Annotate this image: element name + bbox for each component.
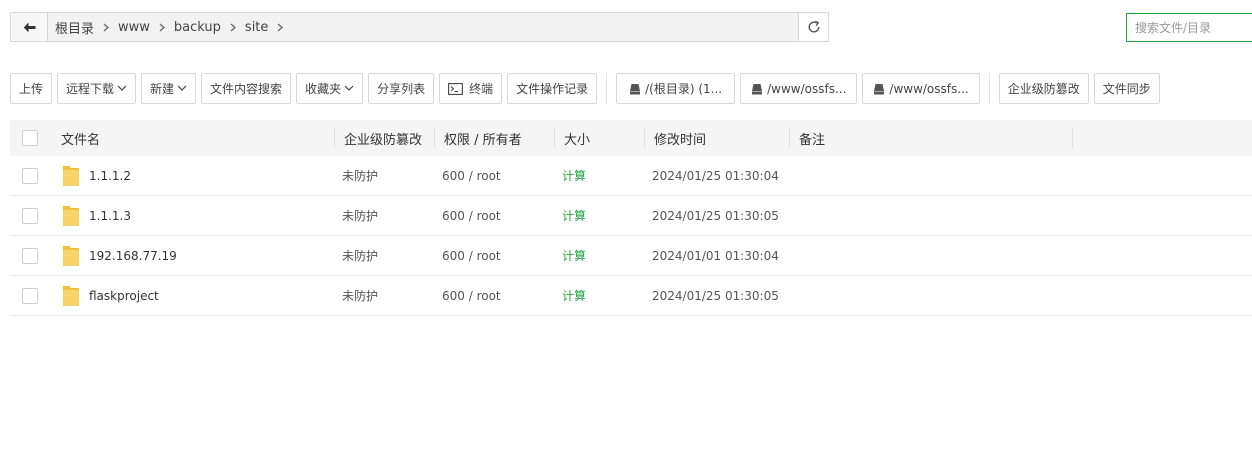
toolbar: 上传 远程下载 新建 文件内容搜索 收藏夹 分享列表 终端 文件操作记录 /(根… [10,73,1165,104]
file-name[interactable]: 1.1.1.3 [89,196,131,235]
new-button[interactable]: 新建 [141,73,197,104]
table-row[interactable]: flaskproject 未防护 600 / root 计算 2024/01/2… [10,276,1252,316]
disk-button-ossfs-2[interactable]: /www/ossfs... [862,73,980,104]
row-checkbox[interactable] [22,287,38,304]
disk-button-ossfs-1[interactable]: /www/ossfs... [740,73,858,104]
disk-icon [630,83,641,94]
table-header: 文件名 企业级防篡改 权限 / 所有者 大小 修改时间 备注 [10,120,1252,156]
refresh-button[interactable] [798,13,828,41]
terminal-button[interactable]: 终端 [439,73,503,104]
header-size[interactable]: 大小 [564,120,590,156]
terminal-icon [448,82,464,95]
modified-time: 2024/01/25 01:30:04 [652,168,779,183]
folder-icon [62,236,80,275]
tamper-status: 未防护 [342,249,379,263]
breadcrumb-item-root[interactable]: 根目录 [55,18,94,37]
permission-owner[interactable]: 600 / root [442,236,501,275]
column-divider [789,128,790,148]
tamper-status: 未防护 [342,209,379,223]
breadcrumb: 根目录 www backup site [48,13,798,41]
column-divider [334,128,335,148]
breadcrumb-item-backup[interactable]: backup [174,20,221,35]
file-name[interactable]: flaskproject [89,276,159,315]
path-bar: 根目录 www backup site [10,12,829,42]
select-all-checkbox-cell [22,120,38,156]
toolbar-divider [988,73,990,104]
file-table: 文件名 企业级防篡改 权限 / 所有者 大小 修改时间 备注 1.1.1.2 未… [10,120,1252,316]
column-divider [1072,128,1073,148]
chevron-right-icon [103,23,110,32]
toolbar-divider [606,73,608,104]
disk-icon [752,83,763,94]
calculate-size-link[interactable]: 计算 [562,196,586,235]
refresh-icon [808,20,820,33]
folder-icon [62,196,80,235]
modified-time: 2024/01/25 01:30:05 [652,208,779,223]
header-tamper[interactable]: 企业级防篡改 [344,120,422,156]
tamper-status: 未防护 [342,289,379,303]
chevron-right-icon [230,23,236,32]
calculate-size-link[interactable]: 计算 [562,156,586,195]
calculate-size-link[interactable]: 计算 [562,236,586,275]
table-row[interactable]: 1.1.1.2 未防护 600 / root 计算 2024/01/25 01:… [10,156,1252,196]
back-button[interactable] [11,13,48,41]
header-filename[interactable]: 文件名 [61,120,100,156]
select-all-checkbox[interactable] [22,130,38,146]
file-sync-button[interactable]: 文件同步 [1093,73,1160,104]
permission-owner[interactable]: 600 / root [442,156,501,195]
folder-icon [62,156,80,195]
folder-icon [62,276,80,315]
file-name[interactable]: 192.168.77.19 [89,236,177,275]
header-note: 备注 [799,132,826,148]
upload-button[interactable]: 上传 [10,73,53,104]
disk-button-root[interactable]: /(根目录) (1... [616,73,736,104]
operation-log-button[interactable]: 文件操作记录 [507,73,598,104]
tamper-protection-button[interactable]: 企业级防篡改 [998,73,1089,104]
chevron-right-icon[interactable] [277,23,284,32]
header-permission[interactable]: 权限 / 所有者 [444,120,522,156]
row-checkbox[interactable] [22,247,38,264]
breadcrumb-item-www[interactable]: www [118,20,150,35]
tamper-status: 未防护 [342,169,379,183]
favorites-button[interactable]: 收藏夹 [296,73,364,104]
search-input[interactable] [1126,13,1252,42]
modified-time: 2024/01/25 01:30:05 [652,288,779,303]
chevron-right-icon [159,23,165,32]
permission-owner[interactable]: 600 / root [442,276,501,315]
chevron-down-icon [117,85,127,91]
header-mtime[interactable]: 修改时间 [654,120,706,156]
column-divider [434,128,435,148]
row-checkbox[interactable] [22,167,38,184]
permission-owner[interactable]: 600 / root [442,196,501,235]
row-checkbox[interactable] [22,207,38,224]
arrow-left-icon [23,22,35,32]
remote-download-button[interactable]: 远程下载 [57,73,137,104]
chevron-down-icon [177,85,187,91]
share-list-button[interactable]: 分享列表 [368,73,435,104]
chevron-down-icon [344,85,354,91]
column-divider [554,128,555,148]
calculate-size-link[interactable]: 计算 [562,276,586,315]
disk-icon [874,83,885,94]
content-search-button[interactable]: 文件内容搜索 [201,73,292,104]
breadcrumb-item-site[interactable]: site [245,20,268,35]
table-row[interactable]: 192.168.77.19 未防护 600 / root 计算 2024/01/… [10,236,1252,276]
table-row[interactable]: 1.1.1.3 未防护 600 / root 计算 2024/01/25 01:… [10,196,1252,236]
file-name[interactable]: 1.1.1.2 [89,156,131,195]
modified-time: 2024/01/01 01:30:04 [652,248,779,263]
column-divider [644,128,645,148]
